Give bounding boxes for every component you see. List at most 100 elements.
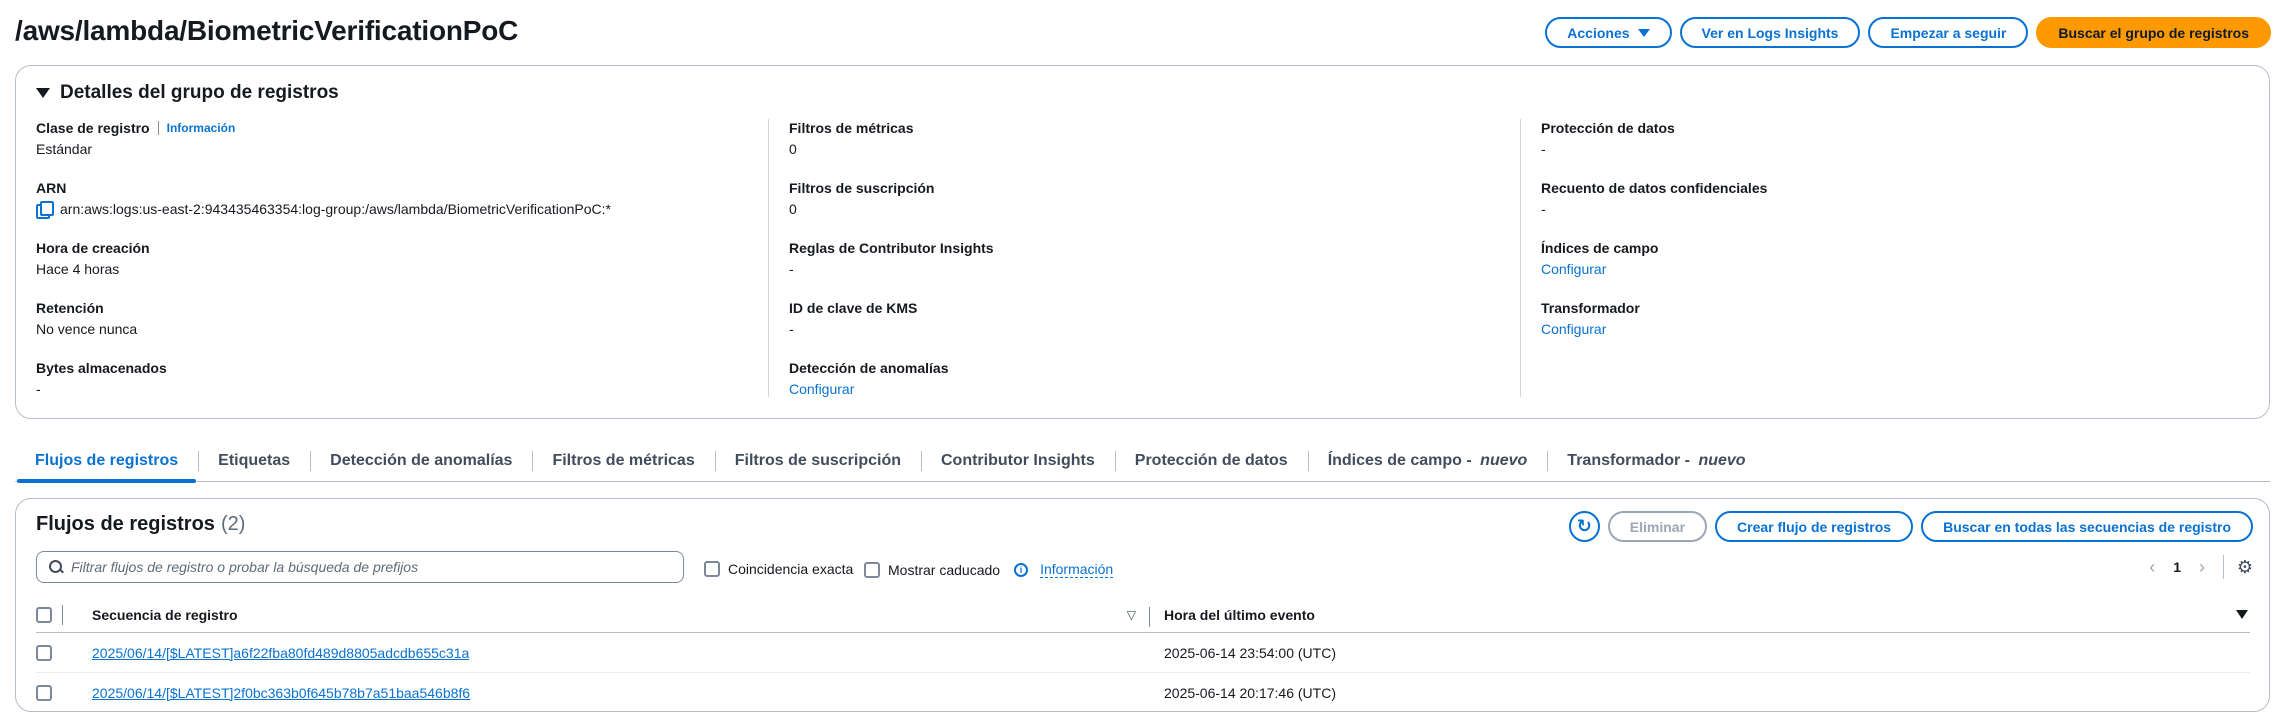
details-column-2: Filtros de métricas 0 Filtros de suscrip… — [789, 118, 994, 418]
streams-heading: Flujos de registros (2) — [36, 513, 245, 536]
detail-value: 0 — [789, 201, 797, 217]
tab-label: Filtros de suscripción — [734, 452, 901, 469]
sort-icon[interactable]: ▽ — [1127, 608, 1136, 622]
detail-key: Índices de campo — [1541, 240, 1659, 256]
pagination: ‹ 1 › ⚙ — [2149, 555, 2253, 579]
detail-value: No vence nunca — [36, 321, 138, 337]
detail-sensitive-count: Recuento de datos confidenciales - — [1541, 178, 1767, 238]
log-stream-link[interactable]: 2025/06/14/[$LATEST]a6f22fba80fd489d8805… — [92, 645, 469, 661]
tab-label: Contributor Insights — [941, 452, 1095, 469]
header-actions: Acciones Ver en Logs Insights Empezar a … — [1545, 17, 2271, 48]
sequence-cell: 2025/06/14/[$LATEST]2f0bc363b0f645b78b7a… — [70, 685, 1150, 701]
detail-retention: Retención No vence nunca — [36, 298, 611, 358]
delete-button[interactable]: Eliminar — [1607, 511, 1708, 542]
header-last-event[interactable]: Hora del último evento — [1150, 607, 2250, 623]
table-row: 2025/06/14/[$LATEST]2f0bc363b0f645b78b7a… — [36, 673, 2250, 712]
configure-anomaly-link[interactable]: Configurar — [789, 381, 854, 397]
select-all-cell — [36, 605, 70, 625]
detail-arn: ARN arn:aws:logs:us-east-2:943435463354:… — [36, 178, 611, 238]
tab-label: Detección de anomalías — [330, 452, 513, 469]
tab-label: Transformador - — [1567, 452, 1695, 469]
caret-down-icon — [1637, 28, 1650, 37]
detail-key: Recuento de datos confidenciales — [1541, 180, 1768, 196]
header-last-event-label: Hora del último evento — [1164, 606, 1315, 623]
show-expired-checkbox[interactable] — [864, 561, 880, 578]
detail-data-protection: Protección de datos - — [1541, 118, 1767, 178]
detail-value: - — [1541, 141, 1546, 157]
configure-indexes-link[interactable]: Configurar — [1541, 261, 1606, 277]
search-log-group-button[interactable]: Buscar el grupo de registros — [2036, 17, 2271, 48]
gear-icon[interactable]: ⚙ — [2223, 555, 2253, 579]
tab-data-protection[interactable]: Protección de datos — [1114, 440, 1308, 482]
page-title: /aws/lambda/BiometricVerificationPoC — [15, 15, 519, 46]
tab-label: Flujos de registros — [35, 452, 179, 469]
table-header: Secuencia de registro ▽ Hora del último … — [36, 597, 2250, 633]
exact-match-checkbox[interactable] — [704, 561, 720, 577]
chevron-right-icon[interactable]: › — [2199, 557, 2205, 578]
actions-dropdown[interactable]: Acciones — [1545, 17, 1672, 48]
detail-subscription-filters: Filtros de suscripción 0 — [789, 178, 994, 238]
header-sequence[interactable]: Secuencia de registro ▽ — [70, 606, 1150, 627]
search-icon — [49, 560, 63, 574]
detail-value: Estándar — [36, 141, 93, 157]
detail-stored-bytes: Bytes almacenados - — [36, 358, 611, 418]
detail-value: - — [789, 261, 794, 277]
detail-value: - — [1541, 201, 1546, 217]
detail-key: Retención — [36, 300, 104, 316]
row-checkbox[interactable] — [36, 684, 52, 701]
log-streams-panel: Flujos de registros (2) ↻ Eliminar Crear … — [15, 498, 2270, 712]
stream-filter — [36, 551, 684, 583]
search-all-streams-button[interactable]: Buscar en todas las secuencias de regist… — [1921, 511, 2253, 542]
tab-label: Protección de datos — [1134, 452, 1288, 469]
detail-log-class: Clase de registro Información Estándar — [36, 118, 611, 178]
detail-key: Bytes almacenados — [36, 360, 167, 376]
detail-value: 0 — [789, 141, 797, 157]
info-icon: i — [1014, 562, 1029, 577]
header-sequence-label: Secuencia de registro — [92, 606, 238, 623]
show-expired-option[interactable]: Mostrar caducado i Información — [864, 561, 1114, 578]
detail-key: Reglas de Contributor Insights — [789, 240, 994, 256]
select-all-checkbox[interactable] — [36, 606, 52, 623]
tab-label: Índices de campo - — [1327, 452, 1477, 469]
page-number[interactable]: 1 — [2173, 559, 2181, 575]
exact-match-option[interactable]: Coincidencia exacta — [704, 561, 853, 577]
tab-anomaly-detection[interactable]: Detección de anomalías — [310, 440, 532, 482]
detail-key: ID de clave de KMS — [789, 300, 918, 316]
tab-subscription-filters[interactable]: Filtros de suscripción — [714, 440, 921, 482]
copy-icon[interactable] — [36, 201, 54, 219]
detail-contributor-rules: Reglas de Contributor Insights - — [789, 238, 994, 298]
detail-key: Filtros de suscripción — [789, 180, 935, 196]
tab-log-streams[interactable]: Flujos de registros — [15, 440, 198, 483]
tab-label: Filtros de métricas — [552, 452, 695, 469]
caret-down-icon — [36, 88, 50, 98]
create-stream-button[interactable]: Crear flujo de registros — [1715, 511, 1914, 542]
refresh-icon[interactable]: ↻ — [1568, 511, 1600, 542]
info-link[interactable]: Información — [1040, 561, 1114, 578]
detail-metric-filters: Filtros de métricas 0 — [789, 118, 994, 178]
row-checkbox[interactable] — [36, 645, 52, 661]
show-expired-label: Mostrar caducado — [888, 561, 1001, 578]
detail-key: Protección de datos — [1541, 120, 1675, 136]
tab-transformer[interactable]: Transformador - nuevo — [1547, 440, 1765, 482]
streams-actions: ↻ Eliminar Crear flujo de registros Busc… — [1568, 511, 2253, 542]
stream-filter-input[interactable] — [71, 559, 661, 575]
detail-key: ARN — [36, 180, 67, 196]
chevron-left-icon[interactable]: ‹ — [2149, 557, 2155, 578]
streams-count: (2) — [220, 513, 246, 535]
tab-field-indexes[interactable]: Índices de campo - nuevo — [1307, 440, 1548, 482]
configure-transformer-link[interactable]: Configurar — [1541, 321, 1606, 337]
column-divider — [1520, 119, 1521, 397]
tab-contributor-insights[interactable]: Contributor Insights — [921, 440, 1115, 482]
details-panel: Detalles del grupo de registros Clase de… — [15, 65, 2270, 419]
sort-desc-icon[interactable] — [2236, 610, 2248, 619]
info-link[interactable]: Información — [157, 121, 235, 135]
log-stream-link[interactable]: 2025/06/14/[$LATEST]2f0bc363b0f645b78b7a… — [92, 685, 470, 701]
tail-button[interactable]: Empezar a seguir — [1868, 17, 2029, 48]
time-cell: 2025-06-14 20:17:46 (UTC) — [1164, 684, 1336, 701]
tab-metric-filters[interactable]: Filtros de métricas — [532, 440, 714, 482]
tab-new-badge: nuevo — [1698, 452, 1746, 469]
tab-tags[interactable]: Etiquetas — [198, 440, 310, 482]
logs-insights-button[interactable]: Ver en Logs Insights — [1679, 17, 1861, 48]
details-toggle[interactable]: Detalles del grupo de registros — [36, 82, 339, 104]
details-column-1: Clase de registro Información Estándar AR… — [36, 118, 611, 418]
